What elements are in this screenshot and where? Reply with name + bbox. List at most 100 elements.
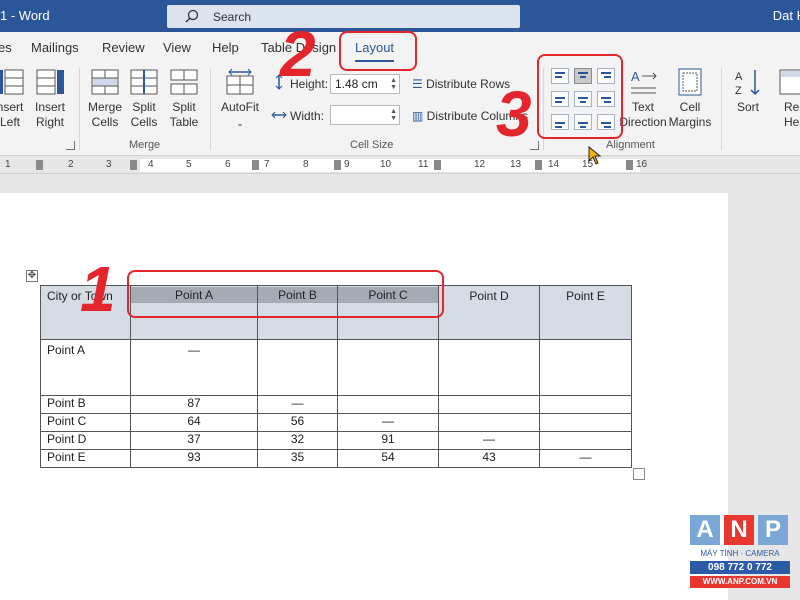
table-cell[interactable] — [438, 413, 540, 432]
split-table-button[interactable]: Split Table — [165, 68, 203, 130]
ruler-number: 16 — [636, 159, 648, 170]
split-cells-label: Split Cells — [130, 100, 158, 129]
table-cell[interactable]: Point B — [40, 395, 131, 414]
table-cell[interactable]: Point D — [40, 431, 131, 450]
sort-button[interactable]: AZ Sort — [728, 68, 768, 115]
tab-mailings[interactable]: Mailings — [31, 40, 79, 55]
tab-help[interactable]: Help — [212, 40, 239, 55]
table-cell[interactable]: 35 — [257, 449, 338, 468]
table-cell[interactable]: 91 — [337, 431, 439, 450]
ruler-number: 5 — [186, 159, 192, 170]
width-label: Width: — [290, 109, 325, 123]
table-cell[interactable]: 93 — [130, 449, 258, 468]
tab-review[interactable]: Review — [102, 40, 145, 55]
table-cell[interactable] — [539, 431, 632, 450]
mouse-cursor-icon — [588, 146, 602, 165]
logo-tagline: MÁY TÍNH · CAMERA — [700, 549, 780, 558]
ruler-number: 6 — [225, 159, 231, 170]
repeat-header-rows-button[interactable]: Re Heade — [770, 68, 800, 130]
autofit-label: AutoFit — [220, 100, 259, 114]
table-cell[interactable]: 32 — [257, 431, 338, 450]
split-cells-button[interactable]: Split Cells — [126, 68, 162, 130]
table-resize-handle[interactable] — [633, 468, 645, 480]
table-cell[interactable] — [337, 339, 439, 396]
ruler-column-marker[interactable] — [36, 160, 43, 170]
merge-cells-label: Merge Cells — [87, 100, 122, 129]
ruler-number: 14 — [548, 159, 560, 170]
table-cell[interactable] — [539, 413, 632, 432]
table-cell[interactable]: Point A — [40, 339, 131, 396]
ruler-column-marker[interactable] — [626, 160, 633, 170]
table-cell[interactable]: 43 — [438, 449, 540, 468]
horizontal-ruler[interactable]: 1 2 3 4 5 6 7 8 9 10 11 12 13 14 15 16 — [0, 157, 800, 174]
logo-phone: 098 772 0 772 — [690, 561, 790, 574]
sort-label: Sort — [736, 100, 759, 114]
autofit-button[interactable]: AutoFit ⌄ — [218, 68, 262, 131]
ruler-column-marker[interactable] — [434, 160, 441, 170]
repeat-header-label: Re Heade — [784, 100, 800, 129]
table-cell[interactable]: — — [539, 449, 632, 468]
merge-cells-icon — [91, 69, 119, 95]
table-cell[interactable]: 64 — [130, 413, 258, 432]
annotation-box-layout-tab — [339, 31, 417, 71]
rows-columns-launcher[interactable] — [66, 141, 75, 150]
insert-right-button[interactable]: Insert Right — [32, 68, 68, 130]
table-header-cell[interactable]: Point E — [539, 285, 632, 340]
table-cell[interactable]: Point E — [40, 449, 131, 468]
separator — [210, 68, 211, 150]
ruler-column-marker[interactable] — [535, 160, 542, 170]
ruler-column-marker[interactable] — [334, 160, 341, 170]
cell-margins-button[interactable]: Cell Margins — [667, 68, 713, 130]
table-cell[interactable] — [438, 339, 540, 396]
ruler-number: 10 — [380, 159, 392, 170]
logo-website: WWW.ANP.COM.VN — [690, 576, 790, 588]
table-cell[interactable]: — — [438, 431, 540, 450]
table-header-cell[interactable]: Point D — [438, 285, 540, 340]
ruler-number: 12 — [474, 159, 486, 170]
table-cell[interactable] — [539, 395, 632, 414]
insert-right-label: Insert Right — [34, 100, 65, 129]
height-spinner[interactable]: ▲ ▼ — [390, 77, 397, 91]
table-cell[interactable]: 87 — [130, 395, 258, 414]
table-cell[interactable]: — — [130, 339, 258, 396]
anp-logo: A N P MÁY TÍNH · CAMERA 098 772 0 772 WW… — [690, 515, 790, 590]
split-table-label: Split Table — [169, 100, 199, 129]
table-cell[interactable] — [257, 339, 338, 396]
merge-group-label: Merge — [129, 139, 161, 151]
annotation-step-3: 3 — [496, 78, 532, 150]
ruler-column-marker[interactable] — [130, 160, 137, 170]
search-icon — [185, 9, 199, 23]
table-cell[interactable]: — — [257, 395, 338, 414]
tab-view[interactable]: View — [163, 40, 191, 55]
cell-size-group-label: Cell Size — [350, 139, 394, 151]
table-cell[interactable]: 37 — [130, 431, 258, 450]
title-bar: 1 - Word Search Dat H — [0, 0, 800, 32]
ruler-column-marker[interactable] — [252, 160, 259, 170]
table-cell[interactable] — [337, 395, 439, 414]
table-cell[interactable]: 56 — [257, 413, 338, 432]
logo-letter: P — [758, 515, 788, 545]
text-direction-button[interactable]: A Text Direction — [618, 68, 668, 130]
height-input[interactable]: 1.48 cm ▲ ▼ — [330, 74, 400, 94]
user-name[interactable]: Dat H — [773, 8, 800, 23]
width-spinner[interactable]: ▲ ▼ — [390, 108, 397, 122]
table-cell[interactable]: 54 — [337, 449, 439, 468]
logo-letter: N — [724, 515, 754, 545]
tab-references[interactable]: es — [0, 40, 12, 55]
annotation-box-alignment — [537, 54, 623, 139]
width-input[interactable]: ▲ ▼ — [330, 105, 400, 125]
insert-left-button[interactable]: nsert Left — [0, 68, 28, 130]
table-cell[interactable]: — — [337, 413, 439, 432]
insert-right-icon — [36, 69, 64, 95]
table-cell[interactable] — [539, 339, 632, 396]
table-move-handle-icon[interactable]: ✥ — [26, 270, 38, 282]
table-row: Point B 87 — — [40, 395, 632, 414]
search-box[interactable]: Search — [167, 5, 520, 28]
annotation-step-2: 2 — [280, 18, 316, 90]
table-cell[interactable] — [438, 395, 540, 414]
ruler-number: 13 — [510, 159, 522, 170]
ruler-number: 3 — [106, 159, 112, 170]
merge-cells-button[interactable]: Merge Cells — [86, 68, 124, 130]
alignment-group-label: Alignment — [606, 139, 655, 151]
table-cell[interactable]: Point C — [40, 413, 131, 432]
